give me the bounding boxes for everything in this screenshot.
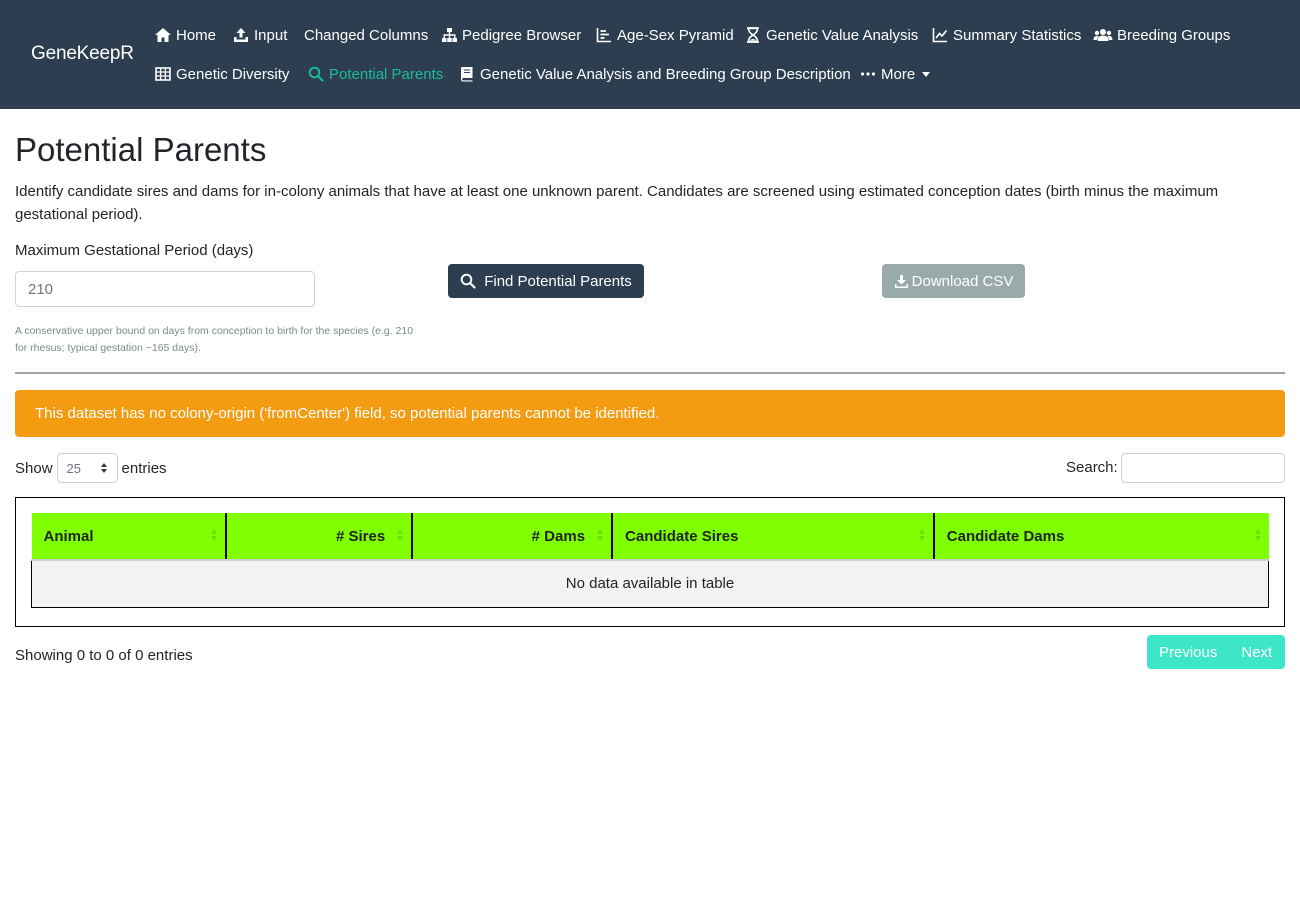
potential-parents-table: Animal # Sires # Dams Candidate Sires Ca… xyxy=(31,513,1269,608)
users-icon xyxy=(1093,26,1113,44)
navbar: GeneKeepR Home Input Changed Columns Ped… xyxy=(0,0,1300,109)
sort-icon xyxy=(918,529,925,541)
table-search-input[interactable] xyxy=(1121,453,1285,483)
nav-label-more: More xyxy=(881,65,916,83)
table-info: Showing 0 to 0 of 0 entries xyxy=(15,647,193,664)
hourglass-icon xyxy=(744,26,762,44)
download-icon xyxy=(894,274,909,289)
warning-alert: This dataset has no colony-origin ('from… xyxy=(15,390,1285,437)
download-csv-button[interactable]: Download CSV xyxy=(882,264,1025,298)
nav-item-home[interactable]: Home xyxy=(154,24,216,46)
home-icon xyxy=(154,26,172,44)
nav-item-changed-columns[interactable]: Changed Columns xyxy=(304,24,428,46)
page-description: Identify candidate sires and dams for in… xyxy=(15,183,1219,223)
entries-select[interactable]: 25 xyxy=(56,453,118,483)
pagination: Previous Next xyxy=(1147,635,1285,669)
nav-item-potential-parents[interactable]: Potential Parents xyxy=(307,63,443,85)
nav-label-home: Home xyxy=(176,26,217,44)
nav-item-breeding-groups[interactable]: Breeding Groups xyxy=(1093,24,1230,46)
ellipsis-icon xyxy=(859,65,877,83)
nav-label-breeding-groups: Breeding Groups xyxy=(1117,26,1231,44)
search-icon xyxy=(307,65,325,83)
nav-item-input[interactable]: Input xyxy=(232,24,287,46)
nav-label-summary-statistics: Summary Statistics xyxy=(953,26,1082,44)
download-button-label: Download CSV xyxy=(911,272,1014,290)
column-header-candidate-dams[interactable]: Candidate Dams xyxy=(933,513,1269,561)
table-empty-row: No data available in table xyxy=(31,560,1269,608)
find-button-label: Find Potential Parents xyxy=(484,272,632,290)
search-icon xyxy=(460,273,476,289)
gestation-field-label: Maximum Gestational Period (days) xyxy=(15,242,254,259)
bar-chart-icon xyxy=(595,26,613,44)
book-icon xyxy=(458,65,476,83)
upload-icon xyxy=(232,26,250,44)
line-chart-icon xyxy=(931,26,949,44)
show-label: Show xyxy=(15,459,53,477)
next-page-button[interactable]: Next xyxy=(1241,644,1272,661)
sitemap-icon xyxy=(440,26,458,44)
warning-alert-text: This dataset has no colony-origin ('from… xyxy=(35,405,660,422)
find-potential-parents-button[interactable]: Find Potential Parents xyxy=(448,264,644,298)
column-header-sires-count[interactable]: # Sires xyxy=(226,513,414,561)
entries-label: entries xyxy=(121,459,167,477)
empty-table-message: No data available in table xyxy=(31,560,1269,608)
chevron-down-icon xyxy=(922,71,931,77)
nav-label-changed-columns: Changed Columns xyxy=(304,26,429,44)
nav-item-age-sex-pyramid[interactable]: Age-Sex Pyramid xyxy=(595,24,734,46)
search-label: Search: xyxy=(1066,459,1118,476)
previous-page-button[interactable]: Previous xyxy=(1159,644,1217,661)
brand-logo-text[interactable]: GeneKeepR xyxy=(31,43,134,65)
nav-label-pedigree-browser: Pedigree Browser xyxy=(462,26,582,44)
column-header-animal[interactable]: Animal xyxy=(31,513,228,561)
sort-icon xyxy=(1254,529,1261,541)
gestation-help-text: A conservative upper bound on days from … xyxy=(15,325,414,354)
nav-item-pedigree-browser[interactable]: Pedigree Browser xyxy=(440,24,581,46)
column-header-candidate-sires[interactable]: Candidate Sires xyxy=(612,513,935,561)
page-length-control: Show 25 entries xyxy=(15,453,167,483)
nav-item-gva-description[interactable]: Genetic Value Analysis and Breeding Grou… xyxy=(458,63,851,85)
nav-label-input: Input xyxy=(254,26,288,44)
sort-icon xyxy=(397,529,404,541)
column-header-dams-count[interactable]: # Dams xyxy=(412,513,614,561)
gestation-input[interactable] xyxy=(15,271,315,307)
table-icon xyxy=(154,65,172,83)
nav-label-genetic-diversity: Genetic Diversity xyxy=(176,65,290,83)
nav-item-genetic-value-analysis[interactable]: Genetic Value Analysis xyxy=(744,24,918,46)
nav-label-potential-parents: Potential Parents xyxy=(329,65,444,83)
select-arrows-icon xyxy=(100,463,107,473)
entries-select-value: 25 xyxy=(66,460,81,476)
page-title: Potential Parents xyxy=(15,131,267,168)
nav-item-summary-statistics[interactable]: Summary Statistics xyxy=(931,24,1081,46)
sort-icon xyxy=(597,529,604,541)
nav-item-genetic-diversity[interactable]: Genetic Diversity xyxy=(154,63,289,85)
nav-label-age-sex-pyramid: Age-Sex Pyramid xyxy=(617,26,734,44)
nav-item-more-dropdown[interactable]: More xyxy=(859,63,931,85)
section-divider xyxy=(15,372,1285,374)
nav-label-genetic-value-analysis: Genetic Value Analysis xyxy=(766,26,919,44)
nav-label-gva-description: Genetic Value Analysis and Breeding Grou… xyxy=(480,65,851,83)
sort-icon xyxy=(211,529,218,541)
